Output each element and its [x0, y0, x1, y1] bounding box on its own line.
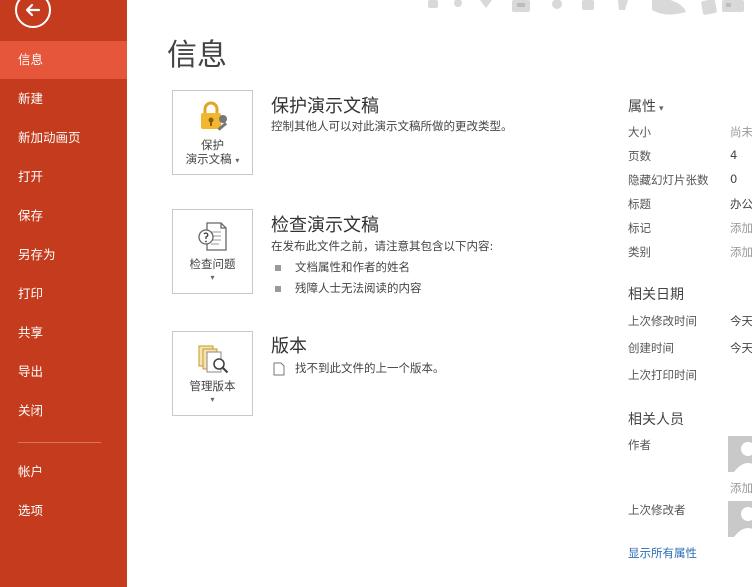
bullet-square-icon	[275, 264, 281, 271]
inspect-document-icon	[197, 222, 227, 251]
inspect-bullet: 文档属性和作者的姓名	[275, 259, 410, 275]
versions-description: 找不到此文件的上一个版本。	[273, 360, 445, 376]
prop-label-hidden-slides: 隐藏幻灯片张数	[628, 173, 709, 187]
prop-label-created: 创建时间	[628, 341, 674, 355]
prop-value-category[interactable]: 添加	[730, 244, 752, 260]
nav-new[interactable]: 新建	[0, 80, 127, 118]
nav-info[interactable]: 信息	[0, 41, 127, 79]
show-all-properties-link[interactable]: 显示所有属性	[628, 545, 697, 561]
nav-open[interactable]: 打开	[0, 158, 127, 196]
prop-label-last-printed: 上次打印时间	[628, 368, 697, 382]
dropdown-caret-icon: ▾	[210, 273, 215, 282]
backstage-sidebar: 信息 新建 新加动画页 打开 保存 另存为 打印 共享 导出 关闭 帐户 选项	[0, 0, 127, 587]
add-author-link[interactable]: 添加	[730, 480, 752, 496]
nav-export[interactable]: 导出	[0, 353, 127, 391]
prop-value-pages: 4	[730, 148, 738, 162]
nav-save-as[interactable]: 另存为	[0, 236, 127, 274]
person-icon	[734, 507, 752, 537]
inspect-bullet: 残障人士无法阅读的内容	[275, 280, 422, 296]
check-for-issues-button[interactable]: 检查问题 ▾	[172, 209, 253, 294]
document-icon	[273, 362, 285, 375]
back-button[interactable]	[15, 0, 51, 28]
nav-print[interactable]: 打印	[0, 275, 127, 313]
manage-versions-button[interactable]: 管理版本 ▾	[172, 331, 253, 416]
back-arrow-icon	[25, 3, 41, 17]
author-avatar	[728, 436, 752, 472]
prop-value-hidden-slides: 0	[730, 172, 738, 186]
prop-value-size: 尚未	[730, 125, 752, 139]
dropdown-caret-icon: ▾	[659, 104, 664, 114]
manage-versions-icon	[198, 345, 228, 374]
dropdown-caret-icon: ▾	[235, 156, 240, 165]
nav-close[interactable]: 关闭	[0, 392, 127, 430]
protect-presentation-button[interactable]: 保护 演示文稿 ▾	[172, 90, 253, 175]
nav-divider	[18, 442, 101, 443]
properties-header[interactable]: 属性 ▾	[628, 96, 664, 116]
nav-account[interactable]: 帐户	[0, 453, 127, 491]
page-title: 信息	[167, 38, 227, 73]
nav-new-animation-page[interactable]: 新加动画页	[0, 119, 127, 157]
prop-value-title[interactable]: 办公	[730, 196, 752, 212]
inspect-title: 检查演示文稿	[271, 215, 379, 236]
prop-value-created: 今天	[730, 341, 752, 355]
related-dates-header: 相关日期	[628, 287, 684, 303]
prop-label-last-modified-by: 上次修改者	[628, 503, 686, 517]
prop-label-category: 类别	[628, 245, 651, 259]
versions-title: 版本	[271, 336, 307, 357]
bullet-square-icon	[275, 285, 281, 292]
protect-title: 保护演示文稿	[271, 96, 379, 117]
prop-label-author: 作者	[628, 438, 651, 452]
last-modified-by-avatar	[728, 501, 752, 537]
inspect-description: 在发布此文件之前，请注意其包含以下内容:	[271, 239, 494, 253]
prop-label-size: 大小	[628, 125, 651, 139]
protect-tile-label-1: 保护	[201, 138, 224, 152]
prop-label-title: 标题	[628, 197, 651, 211]
inspect-tile-label: 检查问题	[189, 257, 236, 271]
nav-share[interactable]: 共享	[0, 314, 127, 352]
protect-description: 控制其他人可以对此演示文稿所做的更改类型。	[271, 119, 513, 133]
prop-value-last-modified: 今天	[730, 314, 752, 328]
lock-key-icon	[200, 101, 227, 131]
header-decoration	[428, 0, 744, 15]
related-people-header: 相关人员	[628, 412, 684, 428]
versions-tile-label: 管理版本	[189, 379, 236, 393]
prop-label-tags: 标记	[628, 221, 651, 235]
prop-label-last-modified: 上次修改时间	[628, 314, 697, 328]
prop-label-pages: 页数	[628, 149, 651, 163]
prop-value-tags[interactable]: 添加	[730, 220, 752, 236]
protect-tile-label-2: 演示文稿	[185, 152, 232, 166]
nav-save[interactable]: 保存	[0, 197, 127, 235]
nav-options[interactable]: 选项	[0, 492, 127, 530]
dropdown-caret-icon: ▾	[210, 395, 215, 404]
person-icon	[734, 442, 752, 472]
